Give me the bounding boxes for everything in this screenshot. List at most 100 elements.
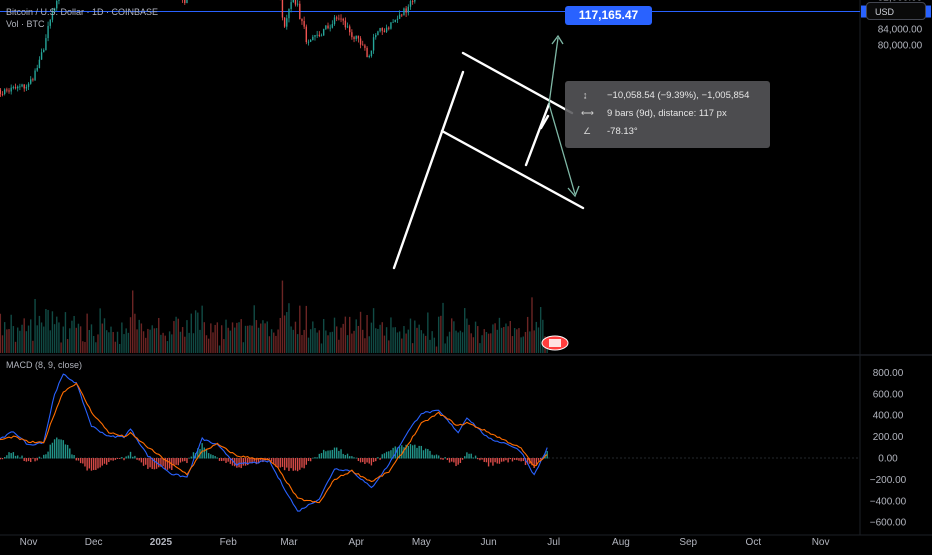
volume-bar: [303, 329, 305, 353]
macd-histogram-bar: [381, 454, 383, 459]
macd-histogram-bar: [123, 458, 125, 461]
candle: [392, 21, 394, 23]
volume-bar: [138, 319, 140, 353]
macd-histogram-bar: [503, 458, 505, 462]
volume-bar: [535, 321, 538, 353]
volume-bar: [359, 311, 362, 353]
macd-histogram-bar: [142, 458, 145, 466]
macd-histogram-bar: [110, 458, 112, 461]
volume-bar: [307, 337, 310, 353]
volume-bar: [118, 343, 121, 353]
candle: [329, 27, 331, 29]
candle: [388, 27, 390, 29]
currency-button[interactable]: USD: [866, 2, 926, 20]
chart-canvas[interactable]: 80,000.0084,000.0088,000.0092,000.0096,0…: [0, 0, 932, 550]
macd-tick-label: −600.00: [870, 518, 907, 529]
volume-bar: [25, 331, 28, 353]
volume-bar: [322, 319, 325, 353]
macd-histogram-bar: [77, 458, 80, 461]
volume-bar: [103, 318, 106, 353]
candle: [346, 26, 349, 28]
volume-bar: [171, 334, 173, 353]
macd-histogram-bar: [433, 455, 436, 459]
volume-bar: [498, 317, 501, 353]
macd-histogram-bar: [136, 458, 138, 460]
macd-histogram-bar: [177, 458, 179, 466]
macd-histogram-bar: [92, 458, 95, 471]
volume-bar: [394, 327, 396, 353]
volume-bar: [188, 332, 190, 353]
macd-histogram-bar: [88, 458, 91, 469]
trend-line-drawing[interactable]: [461, 51, 574, 115]
volume-bar: [424, 335, 427, 353]
macd-histogram-bar: [459, 458, 462, 463]
chart-root[interactable]: 80,000.0084,000.0088,000.0092,000.0096,0…: [0, 0, 932, 550]
candle: [288, 9, 290, 19]
volume-bar: [51, 311, 54, 353]
volume-bar: [377, 328, 379, 353]
volume-bar: [177, 318, 179, 353]
candle: [286, 18, 288, 27]
volume-bar: [95, 342, 97, 353]
volume-bar: [79, 326, 82, 353]
candle: [403, 8, 405, 16]
volume-bar: [507, 326, 509, 353]
trend-line-drawing[interactable]: [524, 102, 551, 167]
macd-histogram-bar: [8, 452, 10, 459]
volume-bar: [251, 325, 253, 353]
volume-bar: [416, 327, 418, 353]
macd-histogram-bar: [496, 458, 498, 464]
volume-bar: [277, 329, 279, 353]
macd-histogram-bar: [511, 458, 514, 462]
volume-bar: [190, 313, 192, 353]
macd-tick-label: 0.00: [878, 454, 898, 465]
volume-bar: [294, 321, 297, 353]
volume-bar: [485, 332, 488, 353]
candle: [283, 17, 286, 27]
volume-bar: [262, 320, 264, 353]
macd-histogram-bar: [132, 456, 134, 459]
volume-bar: [1, 335, 4, 353]
macd-histogram-bar: [409, 444, 412, 459]
volume-bar: [149, 329, 151, 353]
volume-bar: [464, 308, 466, 353]
volume-bar: [461, 332, 464, 353]
macd-histogram-bar: [127, 455, 130, 459]
volume-bar: [420, 330, 423, 353]
macd-histogram-bar: [140, 458, 143, 463]
candle: [6, 89, 8, 91]
trend-line-drawing[interactable]: [392, 70, 465, 270]
volume-bar: [388, 340, 390, 353]
macd-histogram-bar: [129, 451, 132, 459]
candle: [303, 21, 305, 27]
volume-bar: [531, 297, 533, 353]
macd-histogram-bar: [461, 458, 464, 460]
macd-histogram-bar: [3, 457, 6, 459]
volume-bar: [490, 333, 492, 353]
macd-histogram-bar: [377, 457, 379, 459]
macd-histogram-bar: [175, 458, 177, 465]
macd-tick-label: −400.00: [870, 496, 907, 507]
volume-bar: [513, 328, 516, 353]
macd-histogram-bar: [539, 458, 542, 460]
volume-bar: [505, 323, 507, 353]
volume-bar: [64, 312, 67, 353]
macd-histogram-bar: [205, 449, 208, 459]
macd-histogram-bar: [223, 458, 225, 461]
macd-histogram-bar: [466, 452, 468, 459]
macd-histogram-bar: [338, 450, 340, 459]
angle-icon: ∠: [583, 126, 592, 136]
trend-line-drawing[interactable]: [440, 129, 585, 210]
volume-bar: [299, 305, 301, 353]
volume-bar: [162, 332, 164, 353]
volume-bar: [418, 324, 420, 353]
macd-histogram-bar: [312, 457, 314, 459]
volume-bar: [105, 330, 108, 353]
candle: [372, 37, 375, 51]
macd-histogram-bar: [188, 457, 190, 459]
candle: [362, 44, 364, 46]
volume-bar: [479, 343, 481, 353]
volume-bar: [155, 328, 158, 353]
volume-bar: [468, 324, 470, 353]
macd-histogram-bar: [477, 458, 479, 460]
